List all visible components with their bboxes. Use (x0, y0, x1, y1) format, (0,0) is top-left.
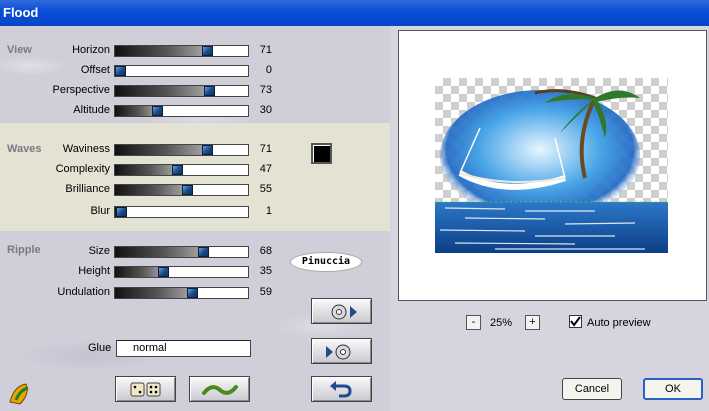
slider-row-undulation: Undulation 59 (0, 286, 290, 300)
slider-thumb[interactable] (116, 207, 127, 217)
offset-slider[interactable] (114, 65, 249, 77)
window-title-bar[interactable]: Flood (0, 0, 709, 26)
slider-row-size: Size 68 (0, 245, 290, 259)
dice-icon (130, 382, 161, 397)
zoom-in-button[interactable]: + (525, 315, 540, 330)
glue-mode-select[interactable]: normal (116, 340, 251, 357)
slider-row-offset: Offset 0 (0, 64, 290, 78)
undo-arrow-icon (330, 381, 352, 398)
slider-row-perspective: Perspective 73 (0, 84, 290, 98)
slider-value: 71 (259, 143, 272, 155)
preview-pane[interactable] (398, 30, 707, 301)
slider-value: 35 (259, 265, 272, 277)
slider-thumb[interactable] (187, 288, 198, 298)
cancel-button[interactable]: Cancel (562, 378, 622, 400)
auto-preview-label: Auto preview (587, 317, 651, 329)
waviness-slider[interactable] (114, 144, 249, 156)
slider-label: Brilliance (65, 183, 110, 195)
slider-label: Perspective (52, 84, 110, 96)
slider-row-brilliance: Brilliance 55 (0, 183, 290, 197)
random-button[interactable] (115, 376, 176, 402)
dialog-client: View Waves Ripple Horizon 71 Offset 0 Pe… (0, 26, 709, 411)
altitude-slider[interactable] (114, 105, 249, 117)
slider-thumb[interactable] (198, 247, 209, 257)
slider-value: 68 (259, 245, 272, 257)
blur-slider[interactable] (114, 206, 249, 218)
plugin-logo-icon (9, 383, 29, 405)
slider-value: 59 (259, 286, 272, 298)
slider-thumb[interactable] (115, 66, 126, 76)
size-slider[interactable] (114, 246, 249, 258)
brilliance-slider[interactable] (114, 184, 249, 196)
zoom-out-button[interactable]: - (466, 315, 481, 330)
slider-label: Offset (80, 64, 110, 76)
slider-row-altitude: Altitude 30 (0, 104, 290, 118)
slider-label: Altitude (73, 104, 110, 116)
next-preset-button[interactable] (311, 298, 372, 324)
slider-label: Complexity (55, 163, 110, 175)
glue-label: Glue (88, 342, 112, 354)
prev-preset-button[interactable] (311, 338, 372, 364)
slider-label: Height (78, 265, 110, 277)
ok-button[interactable]: OK (643, 378, 703, 400)
slider-value: 1 (265, 205, 272, 217)
slider-thumb[interactable] (172, 165, 183, 175)
slider-label: Undulation (57, 286, 110, 298)
slider-value: 47 (259, 163, 272, 175)
auto-preview-checkbox[interactable] (569, 315, 582, 328)
reset-button[interactable] (311, 376, 372, 402)
slider-row-complexity: Complexity 47 (0, 163, 290, 177)
slider-thumb[interactable] (204, 86, 215, 96)
zoom-level: 25% (490, 317, 513, 329)
slider-row-height: Height 35 (0, 265, 290, 279)
slider-thumb[interactable] (152, 106, 163, 116)
window-title: Flood (3, 5, 39, 20)
wave-icon (202, 385, 238, 395)
slider-label: Waviness (62, 143, 110, 155)
slider-value: 71 (259, 44, 272, 56)
disc-forward-icon (331, 304, 357, 320)
horizon-slider[interactable] (114, 45, 249, 57)
slider-label: Horizon (72, 44, 110, 56)
checkmark-icon (570, 316, 581, 327)
slider-value: 0 (265, 64, 272, 76)
slider-label: Blur (90, 205, 110, 217)
wave-color-swatch[interactable] (311, 143, 332, 164)
wave-button[interactable] (189, 376, 250, 402)
slider-value: 73 (259, 84, 272, 96)
slider-thumb[interactable] (182, 185, 193, 195)
disc-back-icon (326, 344, 351, 360)
slider-row-horizon: Horizon 71 (0, 44, 290, 58)
slider-value: 30 (259, 104, 272, 116)
slider-row-waviness: Waviness 71 (0, 143, 290, 157)
height-slider[interactable] (114, 266, 249, 278)
complexity-slider[interactable] (114, 164, 249, 176)
slider-row-blur: Blur 1 (0, 205, 290, 219)
preview-image (435, 78, 668, 253)
slider-thumb[interactable] (158, 267, 169, 277)
slider-value: 55 (259, 183, 272, 195)
slider-thumb[interactable] (202, 145, 213, 155)
undulation-slider[interactable] (114, 287, 249, 299)
perspective-slider[interactable] (114, 85, 249, 97)
author-logo: Pinuccia (290, 252, 362, 272)
slider-thumb[interactable] (202, 46, 213, 56)
slider-label: Size (88, 245, 110, 257)
